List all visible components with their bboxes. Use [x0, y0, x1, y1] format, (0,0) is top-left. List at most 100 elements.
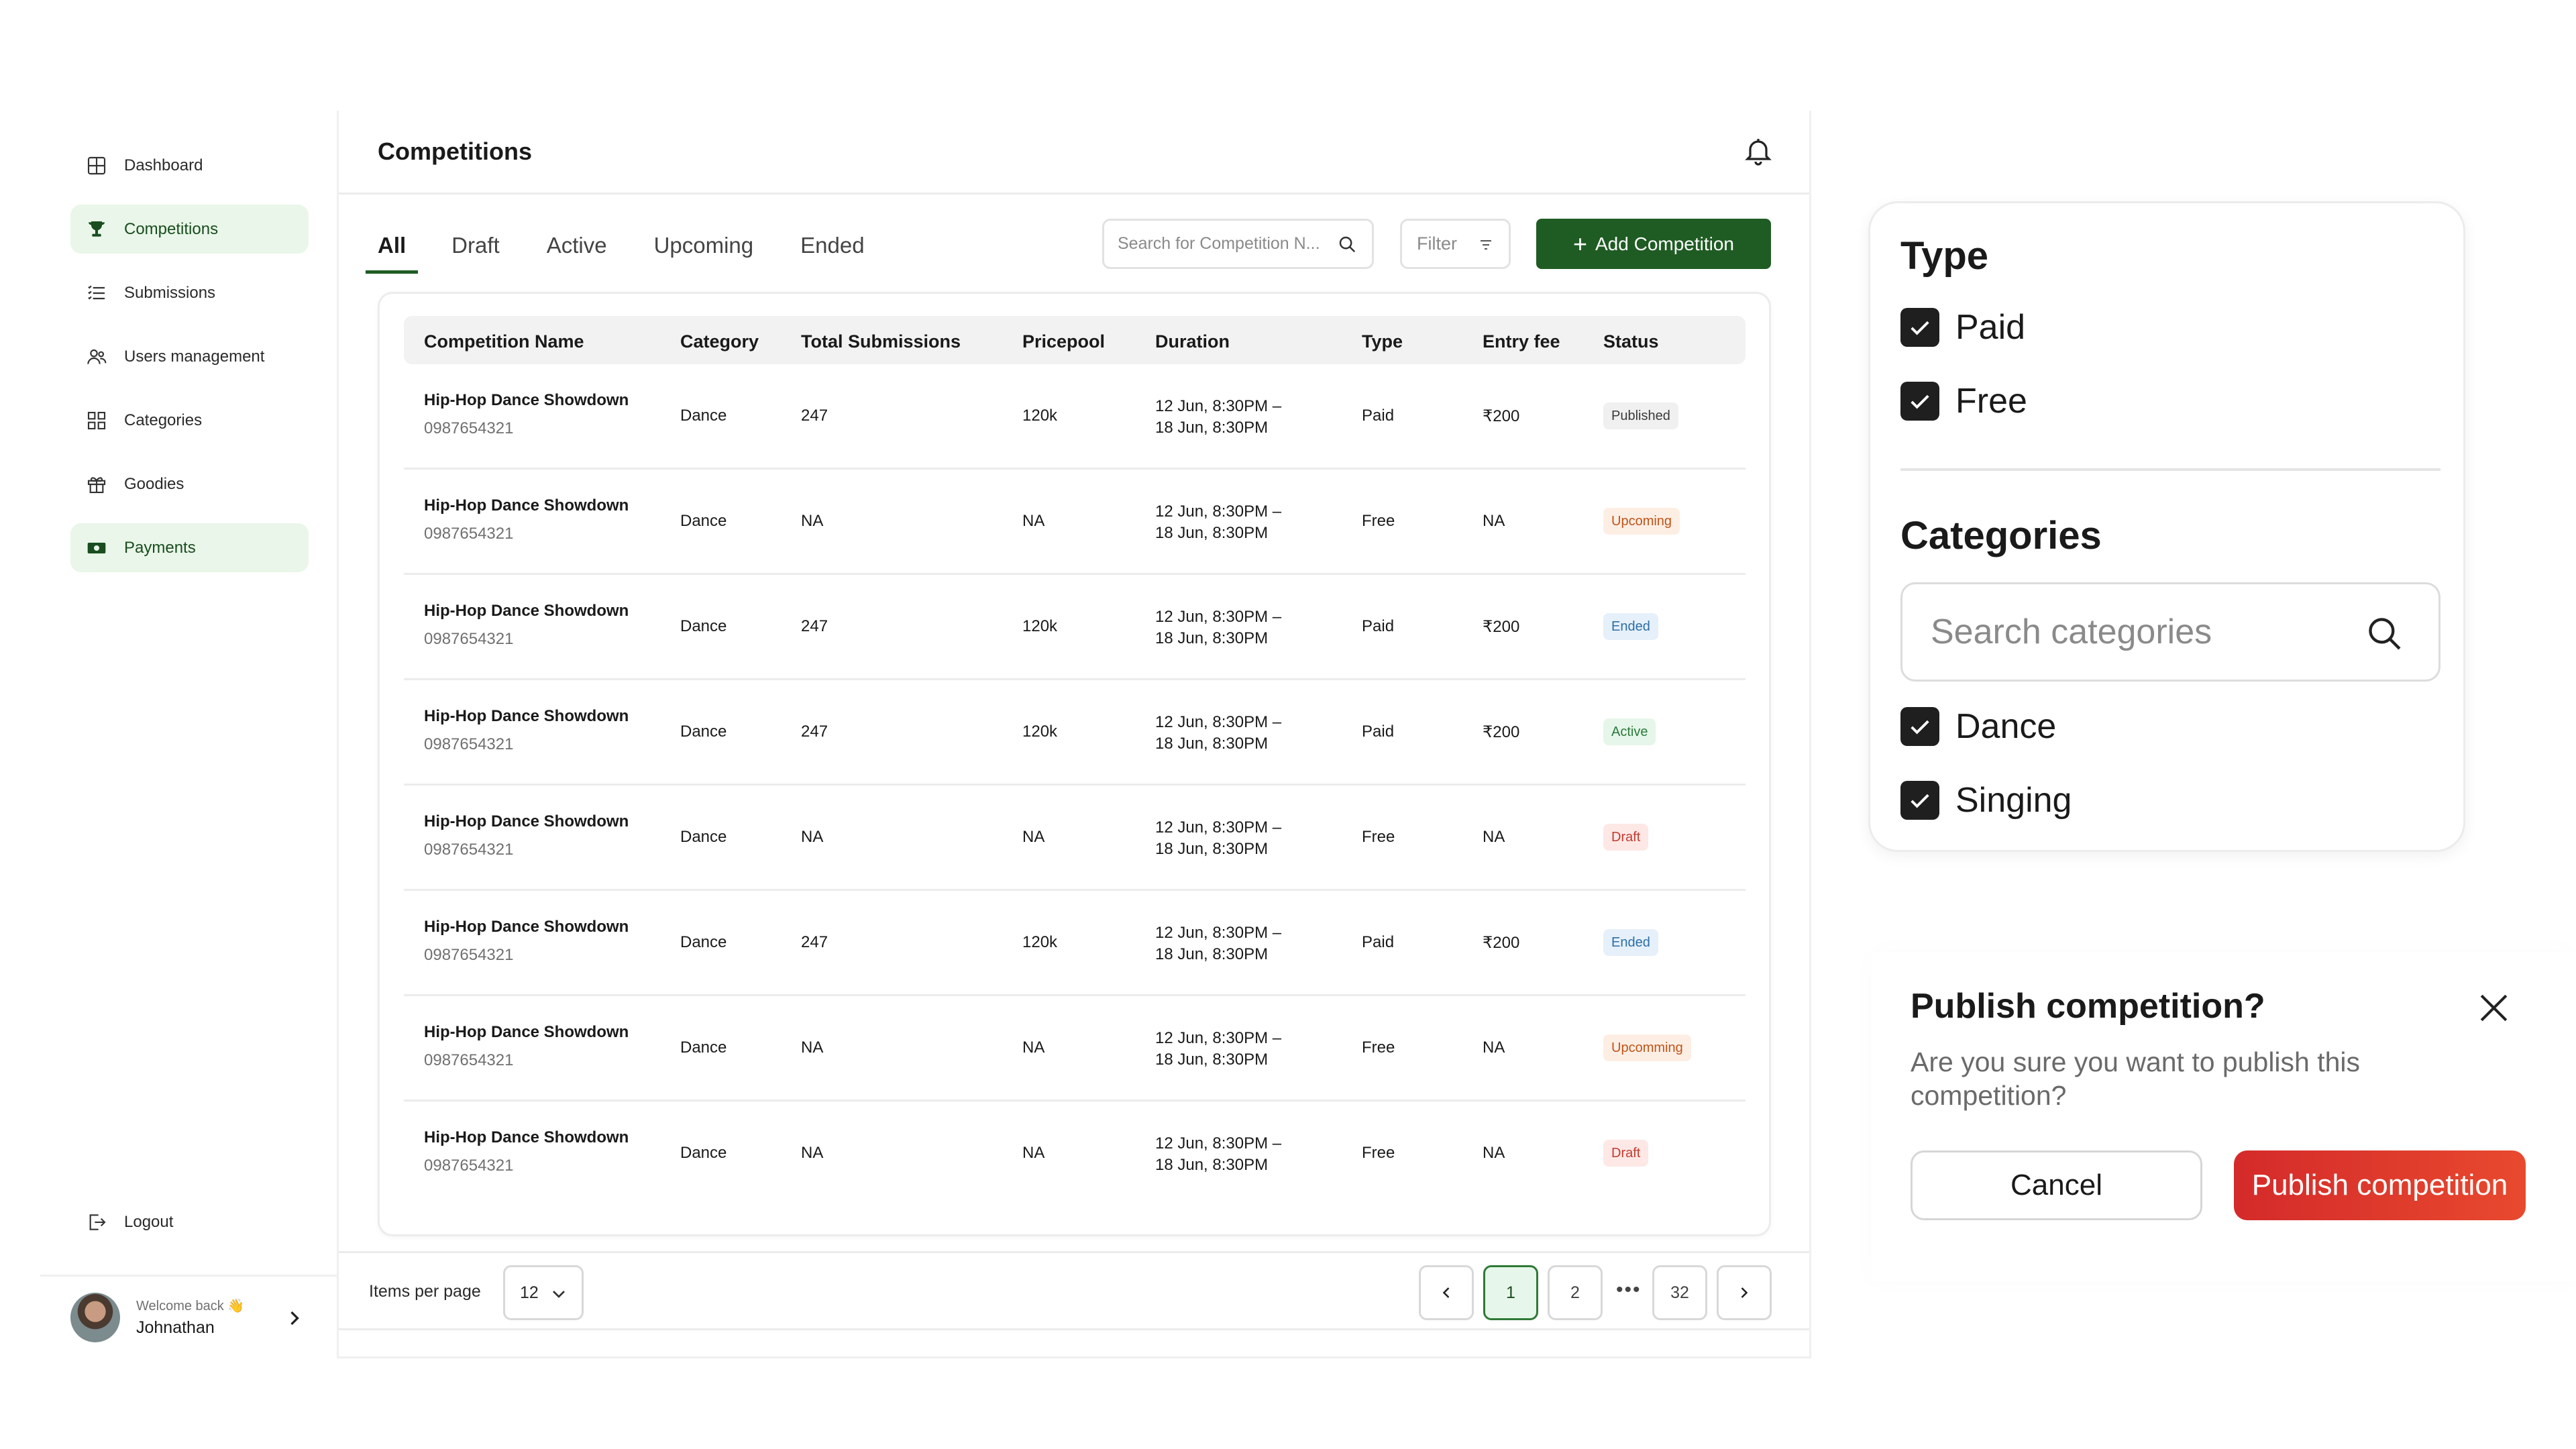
- competitions-table: Competition Name Category Total Submissi…: [378, 292, 1771, 1236]
- tab-ended[interactable]: Ended: [799, 223, 865, 274]
- table-row[interactable]: Hip-Hop Dance Showdown 0987654321 Dance N…: [404, 786, 1746, 891]
- checkbox-checked-icon[interactable]: [1900, 382, 1939, 421]
- tab-draft[interactable]: Draft: [450, 223, 501, 274]
- col-type[interactable]: Type: [1362, 331, 1403, 352]
- status-badge: Published: [1603, 402, 1678, 429]
- col-pricepool[interactable]: Pricepool: [1022, 331, 1105, 352]
- bell-icon[interactable]: [1742, 135, 1774, 167]
- checkbox-checked-icon[interactable]: [1900, 781, 1939, 820]
- duration-cell: 12 Jun, 8:30PM – 18 Jun, 8:30PM: [1155, 712, 1281, 755]
- submissions-cell: 247: [801, 617, 828, 635]
- table-row[interactable]: Hip-Hop Dance Showdown 0987654321 Dance N…: [404, 996, 1746, 1102]
- filter-button[interactable]: Filter: [1400, 219, 1511, 269]
- pricepool-cell: NA: [1022, 512, 1045, 530]
- table-row[interactable]: Hip-Hop Dance Showdown 0987654321 Dance 2…: [404, 680, 1746, 786]
- category-search-placeholder: Search categories: [1931, 612, 2212, 651]
- type-cell: Paid: [1362, 722, 1395, 741]
- type-cell: Free: [1362, 512, 1395, 530]
- user-profile[interactable]: Welcome back 👋 Johnathan: [40, 1275, 337, 1358]
- competition-cell: Hip-Hop Dance Showdown 0987654321: [424, 602, 629, 649]
- table-row[interactable]: Hip-Hop Dance Showdown 0987654321 Dance 2…: [404, 891, 1746, 996]
- pricepool-cell: NA: [1022, 1038, 1045, 1057]
- sidebar-item-dashboard[interactable]: Dashboard: [70, 141, 309, 190]
- publish-competition-button[interactable]: Publish competition: [2234, 1150, 2526, 1220]
- add-competition-label: Add Competition: [1595, 233, 1735, 254]
- search-icon: [2369, 618, 2401, 650]
- table-row[interactable]: Hip-Hop Dance Showdown 0987654321 Dance N…: [404, 470, 1746, 575]
- type-option-label: Free: [1955, 382, 2027, 421]
- checkbox-checked-icon[interactable]: [1900, 707, 1939, 746]
- sidebar-item-goodies[interactable]: Goodies: [70, 460, 309, 508]
- category-cell: Dance: [680, 407, 727, 425]
- entry-fee-cell: ₹200: [1483, 618, 1520, 636]
- tab-active[interactable]: Active: [545, 223, 608, 274]
- user-text: Welcome back 👋 Johnathan: [136, 1297, 244, 1338]
- chevron-right-icon: [1741, 1287, 1748, 1298]
- close-icon[interactable]: [2475, 989, 2512, 1026]
- logout-button[interactable]: Logout: [70, 1197, 309, 1246]
- sidebar-item-payments[interactable]: Payments: [70, 523, 309, 572]
- status-badge: Draft: [1603, 824, 1649, 851]
- duration-end: 18 Jun, 8:30PM: [1155, 419, 1269, 437]
- col-category[interactable]: Category: [680, 331, 759, 352]
- competition-cell: Hip-Hop Dance Showdown 0987654321: [424, 496, 629, 543]
- type-option-paid[interactable]: Paid: [1900, 307, 2025, 347]
- sidebar-item-label: Goodies: [124, 474, 184, 493]
- page-button-2[interactable]: 2: [1548, 1265, 1603, 1320]
- category-cell: Dance: [680, 828, 727, 846]
- add-competition-button[interactable]: + Add Competition: [1536, 219, 1771, 269]
- duration-start: 12 Jun, 8:30PM –: [1155, 713, 1282, 731]
- col-total-submissions[interactable]: Total Submissions: [801, 331, 961, 352]
- chevron-right-icon[interactable]: [282, 1306, 307, 1330]
- competition-cell: Hip-Hop Dance Showdown 0987654321: [424, 1128, 629, 1175]
- category-option-dance[interactable]: Dance: [1900, 706, 2056, 747]
- type-cell: Paid: [1362, 407, 1395, 425]
- next-page-button[interactable]: [1717, 1265, 1772, 1320]
- sidebar-item-competitions[interactable]: Competitions: [70, 205, 309, 254]
- competition-id: 0987654321: [424, 841, 514, 859]
- duration-end: 18 Jun, 8:30PM: [1155, 945, 1269, 963]
- category-cell: Dance: [680, 1038, 727, 1057]
- checkbox-checked-icon[interactable]: [1900, 308, 1939, 347]
- category-cell: Dance: [680, 933, 727, 951]
- competition-id: 0987654321: [424, 630, 514, 648]
- prev-page-button[interactable]: [1419, 1265, 1474, 1320]
- category-cell: Dance: [680, 617, 727, 635]
- competition-id: 0987654321: [424, 1157, 514, 1175]
- tab-all[interactable]: All: [366, 223, 419, 274]
- table-row[interactable]: Hip-Hop Dance Showdown 0987654321 Dance 2…: [404, 364, 1746, 470]
- sidebar-item-categories[interactable]: Categories: [70, 396, 309, 445]
- competition-cell: Hip-Hop Dance Showdown 0987654321: [424, 812, 629, 859]
- cancel-button[interactable]: Cancel: [1911, 1150, 2202, 1220]
- duration-end: 18 Jun, 8:30PM: [1155, 735, 1269, 753]
- col-entry-fee[interactable]: Entry fee: [1483, 331, 1560, 352]
- col-competition-name[interactable]: Competition Name: [424, 331, 584, 352]
- sidebar-item-label: Submissions: [124, 283, 216, 302]
- sidebar-item-submissions[interactable]: Submissions: [70, 268, 309, 317]
- search-input[interactable]: Search for Competition N...: [1102, 219, 1374, 269]
- page-button-32[interactable]: 32: [1652, 1265, 1707, 1320]
- items-per-page-value: 12: [520, 1283, 539, 1302]
- categories-heading: Categories: [1900, 514, 2102, 557]
- category-option-singing[interactable]: Singing: [1900, 780, 2072, 820]
- sidebar-item-users-management[interactable]: Users management: [70, 332, 309, 381]
- logout-label: Logout: [124, 1212, 174, 1231]
- col-status[interactable]: Status: [1603, 331, 1659, 352]
- page-button-1[interactable]: 1: [1483, 1265, 1538, 1320]
- type-option-free[interactable]: Free: [1900, 381, 2027, 421]
- table-row[interactable]: Hip-Hop Dance Showdown 0987654321 Dance 2…: [404, 575, 1746, 680]
- competition-name: Hip-Hop Dance Showdown: [424, 812, 629, 830]
- competition-id: 0987654321: [424, 525, 514, 543]
- entry-fee-cell: NA: [1483, 828, 1505, 846]
- competition-name: Hip-Hop Dance Showdown: [424, 918, 629, 936]
- submissions-cell: 247: [801, 407, 828, 425]
- table-row[interactable]: Hip-Hop Dance Showdown 0987654321 Dance N…: [404, 1102, 1746, 1207]
- col-duration[interactable]: Duration: [1155, 331, 1230, 352]
- competition-name: Hip-Hop Dance Showdown: [424, 391, 629, 409]
- category-search-input[interactable]: Search categories: [1900, 582, 2440, 682]
- competition-id: 0987654321: [424, 946, 514, 964]
- chevron-left-icon: [1442, 1287, 1450, 1298]
- tab-upcoming[interactable]: Upcoming: [653, 223, 755, 274]
- entry-fee-cell: ₹200: [1483, 723, 1520, 741]
- items-per-page-select[interactable]: 12: [503, 1265, 584, 1320]
